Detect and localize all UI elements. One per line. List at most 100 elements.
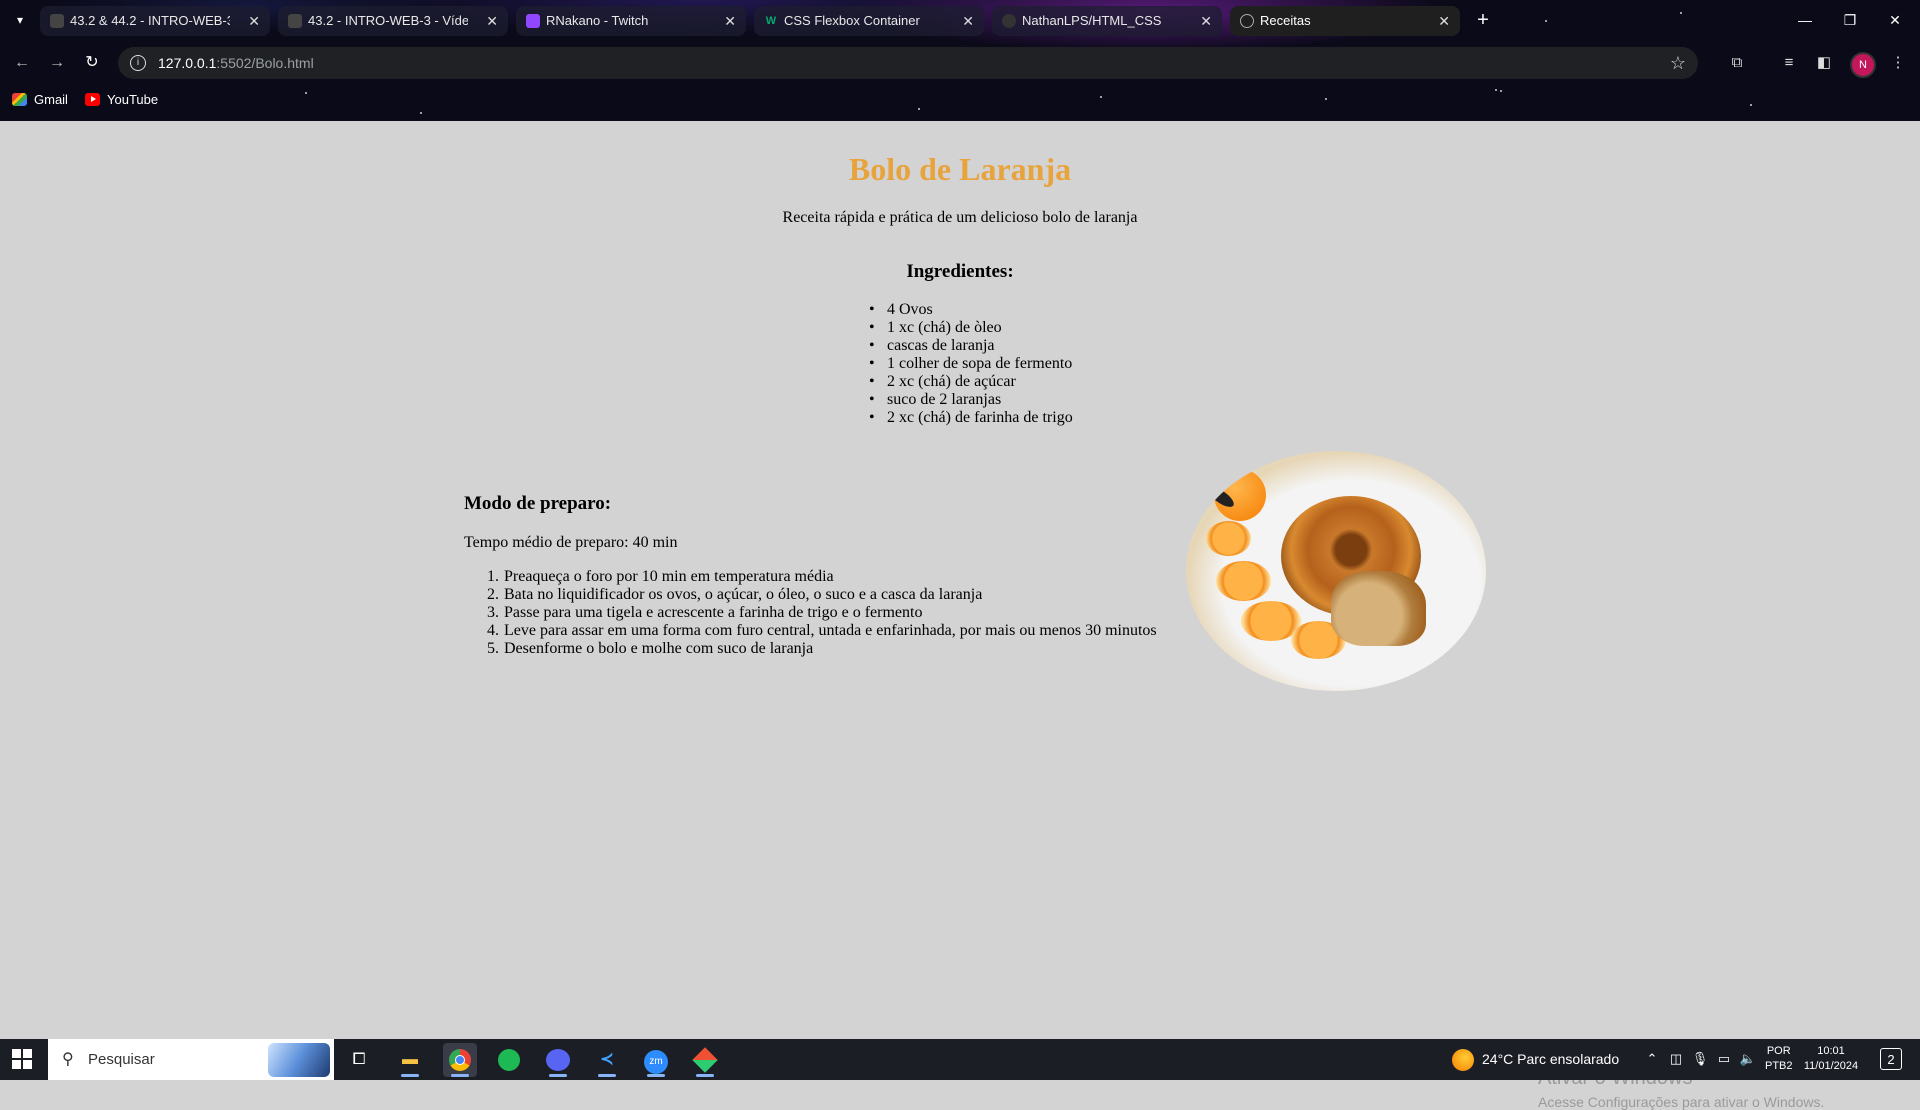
keyboard-layout: PTB2 <box>1765 1060 1793 1072</box>
tab-search-button[interactable]: ▾ <box>10 10 30 30</box>
close-icon[interactable]: ✕ <box>486 6 498 36</box>
taskbar: ⚲ Pesquisar ⧠ ▬ ≺ zm 24°C Parc ensolarad… <box>0 1039 1920 1080</box>
close-icon[interactable]: ✕ <box>724 6 736 36</box>
reload-button[interactable]: ↻ <box>80 51 104 75</box>
step-item: 1. Preaqueça o foro por 10 min em tempera… <box>487 568 834 585</box>
url-path: :5502/Bolo.html <box>216 55 314 71</box>
task-view-icon[interactable]: ⧠ <box>342 1043 376 1077</box>
recipe-title: Bolo de Laranja <box>848 151 1072 187</box>
page-icon <box>288 14 302 28</box>
gmail-icon <box>12 93 27 106</box>
clock[interactable]: 10:01 11/01/2024 <box>1800 1044 1862 1074</box>
tab-title: RNakano - Twitch <box>546 13 649 28</box>
step-item: 2. Bata no liquidificador os ovos, o açúc… <box>487 586 983 603</box>
partly-sunny-icon <box>1452 1049 1474 1071</box>
step-item: 4. Leve para assar em uma forma com furo … <box>487 622 1157 639</box>
network-icon[interactable]: ▭ <box>1714 1049 1734 1069</box>
minimize-button[interactable]: — <box>1785 8 1825 32</box>
globe-icon <box>1240 14 1254 28</box>
tab-1[interactable]: 43.2 - INTRO-WEB-3 - Vídeo: T ✕ <box>278 6 508 36</box>
camera-icon[interactable]: ◫ <box>1666 1049 1686 1069</box>
back-button[interactable]: ← <box>10 51 34 75</box>
step-text: Bata no liquidificador os ovos, o açúcar… <box>504 586 983 603</box>
volume-icon[interactable]: 🔈 <box>1738 1049 1758 1069</box>
step-text: Leve para assar em uma forma com furo ce… <box>504 622 1157 639</box>
language-indicator[interactable]: POR PTB2 <box>1765 1044 1793 1074</box>
media-controls-icon[interactable]: ≡ <box>1777 51 1801 75</box>
side-panel-icon[interactable]: ◧ <box>1812 51 1836 75</box>
forward-button[interactable]: → <box>45 51 69 75</box>
windows-start-icon[interactable] <box>12 1049 32 1069</box>
bookmark-star-icon[interactable]: ☆ <box>1670 47 1686 79</box>
weather-text: 24°C Parc ensolarado <box>1482 1051 1620 1067</box>
ingredient-item: 1 xc (chá) de òleo <box>869 319 1073 337</box>
ingredient-item: cascas de laranja <box>869 337 1073 355</box>
tab-title: Receitas <box>1260 13 1311 28</box>
step-item: 5. Desenforme o bolo e molhe com suco de … <box>487 640 814 657</box>
github-icon <box>1002 14 1016 28</box>
bookmark-label: YouTube <box>107 92 159 107</box>
orange-slice <box>1216 561 1271 601</box>
menu-icon[interactable]: ⋮ <box>1886 51 1910 75</box>
close-icon[interactable]: ✕ <box>962 6 974 36</box>
tab-title: CSS Flexbox Container <box>784 13 920 28</box>
tab-strip: ▾ 43.2 & 44.2 - INTRO-WEB-3 - P ✕ 43.2 -… <box>0 0 1920 42</box>
language-code: POR <box>1766 1045 1791 1057</box>
notifications-icon[interactable]: 2 <box>1880 1048 1902 1070</box>
tab-4[interactable]: NathanLPS/HTML_CSS ✕ <box>992 6 1222 36</box>
clock-date: 11/01/2024 <box>1803 1060 1859 1072</box>
restore-button[interactable]: ❐ <box>1830 8 1870 32</box>
microphone-icon[interactable]: 🎙 <box>1690 1049 1710 1069</box>
ingredient-item: 1 colher de sopa de fermento <box>869 355 1073 373</box>
close-icon[interactable]: ✕ <box>1438 6 1450 36</box>
recipe-subtitle: Receita rápida e prática de um delicioso… <box>782 209 1138 226</box>
close-icon[interactable]: ✕ <box>1200 6 1212 36</box>
site-info-icon[interactable]: i <box>130 55 146 71</box>
step-text: Passe para uma tigela e acrescente a far… <box>504 604 923 621</box>
taskbar-search[interactable]: ⚲ Pesquisar <box>48 1039 334 1080</box>
twitch-icon <box>526 14 540 28</box>
profile-avatar[interactable]: N <box>1850 52 1876 78</box>
tab-title: 43.2 & 44.2 - INTRO-WEB-3 - P <box>70 13 230 28</box>
tab-3[interactable]: W CSS Flexbox Container ✕ <box>754 6 984 36</box>
tab-2[interactable]: RNakano - Twitch ✕ <box>516 6 746 36</box>
bookmark-youtube[interactable]: YouTube <box>85 90 158 110</box>
search-highlight-image <box>268 1043 330 1077</box>
chrome-icon[interactable] <box>443 1043 477 1077</box>
vscode-icon[interactable]: ≺ <box>590 1043 624 1077</box>
git-app-icon[interactable] <box>688 1043 722 1077</box>
watermark-subtitle: Acesse Configurações para ativar o Windo… <box>1538 1094 1825 1110</box>
spotify-icon[interactable] <box>492 1043 526 1077</box>
bookmark-gmail[interactable]: Gmail <box>12 90 68 110</box>
orange-cake-image <box>1186 451 1486 691</box>
close-icon[interactable]: ✕ <box>248 6 260 36</box>
file-explorer-icon[interactable]: ▬ <box>393 1043 427 1077</box>
chevron-up-icon[interactable]: ⌃ <box>1642 1049 1662 1069</box>
tab-0[interactable]: 43.2 & 44.2 - INTRO-WEB-3 - P ✕ <box>40 6 270 36</box>
step-text: Desenforme o bolo e molhe com suco de la… <box>504 640 814 657</box>
address-bar[interactable]: i 127.0.0.1:5502/Bolo.html ☆ <box>118 47 1698 79</box>
bookmarks-bar: Gmail YouTube <box>0 84 1920 116</box>
discord-icon[interactable] <box>541 1043 575 1077</box>
orange-slice <box>1206 521 1251 556</box>
zoom-icon[interactable]: zm <box>639 1043 673 1077</box>
extensions-icon[interactable]: ⧉ <box>1725 51 1749 75</box>
w3schools-icon: W <box>765 15 777 27</box>
browser-toolbar: ← → ↻ i 127.0.0.1:5502/Bolo.html ☆ ⧉ ≡ ◧… <box>0 42 1920 84</box>
page-content: Bolo de Laranja Receita rápida e prática… <box>0 121 1920 1110</box>
new-tab-button[interactable]: + <box>1470 8 1496 34</box>
search-placeholder: Pesquisar <box>88 1051 155 1068</box>
weather-widget[interactable]: 24°C Parc ensolarado <box>1452 1039 1619 1080</box>
tab-5[interactable]: Receitas ✕ <box>1230 6 1460 36</box>
ingredient-item: 2 xc (chá) de farinha de trigo <box>869 409 1073 427</box>
ingredients-list: 4 Ovos 1 xc (chá) de òleo cascas de lara… <box>869 301 1073 427</box>
page-icon <box>50 14 64 28</box>
clock-time: 10:01 <box>1817 1045 1845 1057</box>
url-host: 127.0.0.1 <box>158 55 217 71</box>
preparation-steps: 1. Preaqueça o foro por 10 min em tempera… <box>487 568 1157 658</box>
youtube-icon <box>85 93 100 106</box>
bookmark-label: Gmail <box>34 92 68 107</box>
close-window-button[interactable]: ✕ <box>1875 8 1915 32</box>
search-icon: ⚲ <box>62 1051 74 1068</box>
tab-title: NathanLPS/HTML_CSS <box>1022 13 1162 28</box>
